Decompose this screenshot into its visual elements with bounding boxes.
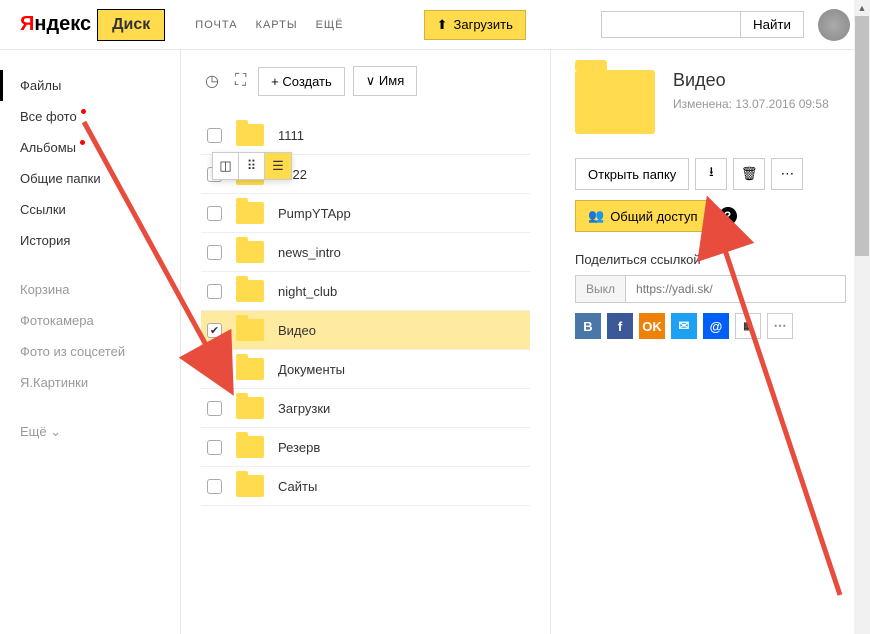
vk-icon[interactable]: В <box>575 313 601 339</box>
dots-icon: ⋯ <box>781 166 794 182</box>
sidebar-secondary-2[interactable]: Фото из соцсетей <box>0 336 180 367</box>
history-icon[interactable]: ◷ <box>201 67 223 95</box>
file-row[interactable]: Резерв <box>201 428 530 467</box>
sidebar-secondary-0[interactable]: Корзина <box>0 274 180 305</box>
trash-icon: 🗑 <box>741 166 758 182</box>
folder-icon <box>236 358 264 380</box>
file-name: Сайты <box>278 479 317 494</box>
sidebar-item-2[interactable]: Альбомы <box>0 132 180 163</box>
search-button[interactable]: Найти <box>741 11 804 38</box>
folder-icon <box>236 202 264 224</box>
file-name: Документы <box>278 362 345 377</box>
chevron-down-icon: ⌄ <box>50 424 61 439</box>
scroll-up-arrow[interactable]: ▲ <box>854 0 870 16</box>
file-checkbox[interactable] <box>207 284 222 299</box>
folder-icon <box>236 280 264 302</box>
folder-preview-icon <box>575 70 655 134</box>
view-small-tiles[interactable]: ⠿ <box>239 153 265 179</box>
folder-icon <box>236 124 264 146</box>
sidebar-more[interactable]: Ещё ⌄ <box>0 416 180 448</box>
file-checkbox[interactable] <box>207 362 222 377</box>
people-icon: 👥 <box>588 208 604 224</box>
folder-icon <box>236 319 264 341</box>
mailru-icon[interactable]: @ <box>703 313 729 339</box>
sidebar: ФайлыВсе фотоАльбомыОбщие папкиСсылкиИст… <box>0 50 180 634</box>
scrollbar[interactable]: ▲ <box>854 0 870 634</box>
select-area-icon[interactable]: ⛶ <box>231 68 250 94</box>
view-large-tiles[interactable]: ◫ <box>213 153 239 179</box>
details-panel: Видео Изменена: 13.07.2016 09:58 Открыть… <box>550 50 870 634</box>
nav-maps[interactable]: КАРТЫ <box>256 19 298 31</box>
sidebar-item-0[interactable]: Файлы <box>0 70 180 101</box>
details-title: Видео <box>673 70 829 91</box>
folder-icon <box>236 475 264 497</box>
notification-dot <box>80 140 85 145</box>
file-name: Видео <box>278 323 316 338</box>
file-checkbox[interactable] <box>207 479 222 494</box>
twitter-icon[interactable]: ✉ <box>671 313 697 339</box>
file-row[interactable]: PumpYTApp <box>201 194 530 233</box>
sidebar-item-1[interactable]: Все фото <box>0 101 180 132</box>
odnoklassniki-icon[interactable]: OK <box>639 313 665 339</box>
share-access-button[interactable]: 👥 Общий доступ <box>575 200 711 232</box>
scroll-thumb[interactable] <box>855 16 869 256</box>
upload-button[interactable]: ⬆ Загрузить <box>424 10 526 40</box>
sidebar-secondary-3[interactable]: Я.Картинки <box>0 367 180 398</box>
file-row[interactable]: news_intro <box>201 233 530 272</box>
download-button[interactable]: ⭳ <box>695 158 727 190</box>
nav-mail[interactable]: ПОЧТА <box>195 19 237 31</box>
share-toggle[interactable]: Выкл <box>575 275 626 303</box>
file-name: night_club <box>278 284 337 299</box>
view-switcher: ◫ ⠿ ☰ <box>212 152 292 180</box>
file-row[interactable]: Загрузки <box>201 389 530 428</box>
file-row[interactable]: ✔ Видео <box>201 311 530 350</box>
sidebar-secondary-1[interactable]: Фотокамера <box>0 305 180 336</box>
file-name: Резерв <box>278 440 320 455</box>
folder-icon <box>236 397 264 419</box>
share-link-input[interactable] <box>626 275 846 303</box>
facebook-icon[interactable]: f <box>607 313 633 339</box>
share-link-label: Поделиться ссылкой <box>575 252 846 267</box>
view-list[interactable]: ☰ <box>265 153 291 179</box>
search-input[interactable] <box>601 11 741 38</box>
download-icon: ⭳ <box>709 163 714 185</box>
sidebar-item-3[interactable]: Общие папки <box>0 163 180 194</box>
nav-more[interactable]: ЕЩЁ <box>316 19 344 31</box>
details-meta: Изменена: 13.07.2016 09:58 <box>673 97 829 111</box>
upload-icon: ⬆ <box>437 17 448 33</box>
file-row[interactable]: Документы <box>201 350 530 389</box>
sidebar-item-5[interactable]: История <box>0 225 180 256</box>
file-checkbox[interactable] <box>207 245 222 260</box>
file-row[interactable]: night_club <box>201 272 530 311</box>
open-folder-button[interactable]: Открыть папку <box>575 158 689 190</box>
qr-icon[interactable]: ▦ <box>735 313 761 339</box>
notification-dot <box>81 109 86 114</box>
sidebar-item-4[interactable]: Ссылки <box>0 194 180 225</box>
file-name: PumpYTApp <box>278 206 351 221</box>
file-checkbox[interactable] <box>207 128 222 143</box>
file-checkbox[interactable] <box>207 401 222 416</box>
file-checkbox[interactable]: ✔ <box>207 323 222 338</box>
yandex-logo[interactable]: Яндекс <box>20 13 91 36</box>
file-row[interactable]: Сайты <box>201 467 530 506</box>
more-actions-button[interactable]: ⋯ <box>771 158 803 190</box>
create-button[interactable]: + Создать <box>258 67 345 96</box>
file-checkbox[interactable] <box>207 206 222 221</box>
delete-button[interactable]: 🗑 <box>733 158 765 190</box>
folder-icon <box>236 241 264 263</box>
file-name: news_intro <box>278 245 341 260</box>
more-social-icon[interactable]: ⋯ <box>767 313 793 339</box>
disk-logo[interactable]: Диск <box>97 9 165 41</box>
avatar[interactable] <box>818 9 850 41</box>
file-row[interactable]: 1111 <box>201 116 530 155</box>
folder-icon <box>236 436 264 458</box>
help-icon[interactable]: ? <box>719 207 737 225</box>
file-name: 1111 <box>278 128 304 143</box>
file-name: Загрузки <box>278 401 330 416</box>
file-checkbox[interactable] <box>207 440 222 455</box>
sort-button[interactable]: ∨ Имя <box>353 66 417 96</box>
